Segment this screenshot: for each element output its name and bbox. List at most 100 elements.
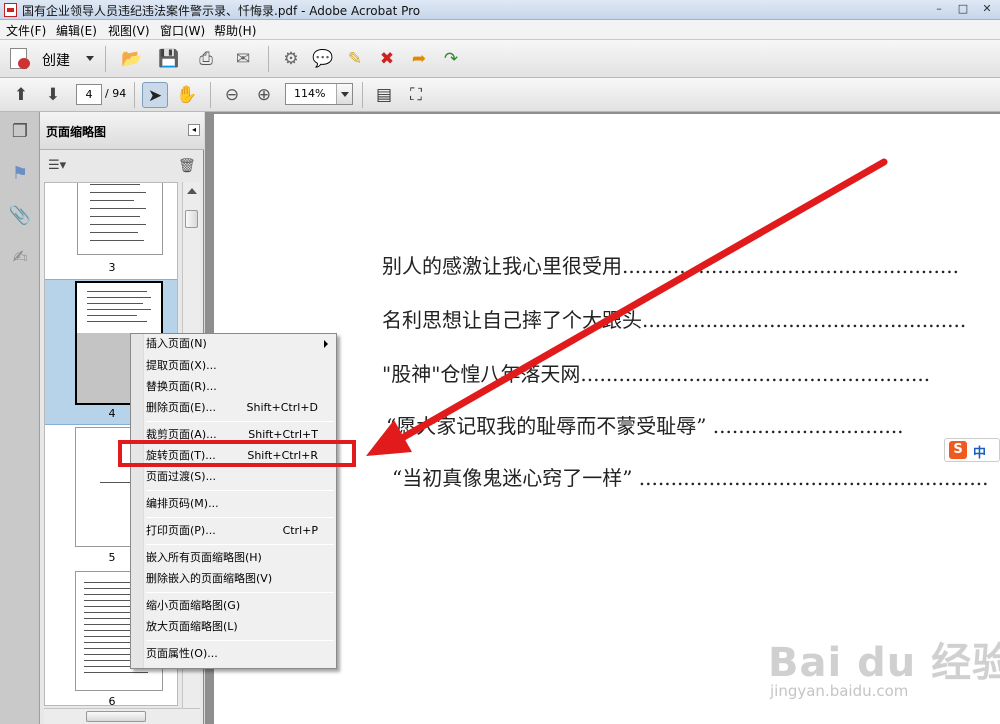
fit-page-icon[interactable]: ▤ [371,82,397,108]
menu-window[interactable]: 窗口(W) [160,22,205,39]
bookmarks-icon[interactable]: ⚑ [8,162,32,186]
toolbar-divider [210,82,211,108]
previous-page-icon[interactable]: ⬆ [8,82,34,108]
select-tool-icon[interactable]: ➤ [142,82,168,108]
watermark-brand: Bai du 经验 [768,640,1000,686]
ime-mode-label: 中 [973,446,987,461]
sticky-note-icon[interactable]: ✎ [342,46,368,72]
toolbar-divider [268,46,269,72]
menu-item-label: 提取页面(X)... [146,359,217,372]
zoom-in-icon[interactable]: ⊕ [251,82,277,108]
scrollbar-thumb[interactable] [86,711,146,722]
fit-width-icon[interactable]: ⛶ [403,82,429,108]
signatures-icon[interactable]: ✍ [8,246,32,270]
page-thumbnails-icon[interactable]: ❐ [8,120,32,144]
zoom-level-select[interactable]: 114% [285,83,353,105]
scrollbar-thumb[interactable] [185,210,198,228]
menu-file[interactable]: 文件(F) [6,22,46,39]
panel-title: 页面缩略图 [46,125,107,139]
chevron-down-icon [86,56,94,61]
menu-item-label: 打印页面(P)... [146,524,216,537]
menu-item-enlarge-thumbnails[interactable]: 放大页面缩略图(L) [146,617,334,637]
menu-item-page-properties[interactable]: 页面属性(O)... [146,644,334,664]
maximize-button[interactable]: □ [952,0,974,18]
menu-divider [146,421,334,422]
menu-item-embed-thumbnails[interactable]: 嵌入所有页面缩略图(H) [146,548,334,568]
create-label: 创建 [42,53,70,69]
menu-divider [146,490,334,491]
toc-line: "股神"仓惶八年落天网.............................… [382,362,931,386]
toc-line: 名利思想让自己摔了个大跟头...........................… [382,308,967,332]
menu-view[interactable]: 视图(V) [108,22,150,39]
menu-item-print-pages[interactable]: 打印页面(P)... Ctrl+P [146,521,334,541]
menu-edit[interactable]: 编辑(E) [56,22,97,39]
collapse-panel-button[interactable]: ◂ [188,124,200,136]
menu-item-extract-pages[interactable]: 提取页面(X)... [146,356,334,376]
menu-item-reduce-thumbnails[interactable]: 缩小页面缩略图(G) [146,596,334,616]
watermark-url: jingyan.baidu.com [770,682,909,700]
menu-item-label: 插入页面(N) [146,337,207,350]
close-window-button[interactable]: ✕ [976,0,998,18]
hand-tool-icon[interactable]: ✋ [174,82,200,108]
email-icon[interactable]: ✉ [230,46,256,72]
menu-item-insert-pages[interactable]: 插入页面(N) [146,334,334,354]
toolbar-divider [105,46,106,72]
zoom-out-icon[interactable]: ⊖ [219,82,245,108]
scroll-up-icon[interactable] [187,188,197,194]
menu-item-remove-embedded-thumbnails[interactable]: 删除嵌入的页面缩略图(V) [146,569,334,589]
menu-divider [146,544,334,545]
menu-item-label: 替换页面(R)... [146,380,217,393]
title-bar: 国有企业领导人员违纪违法案件警示录、忏悔录.pdf - Adobe Acroba… [0,0,1000,20]
save-icon[interactable]: 💾 [156,46,182,72]
menu-item-label: 嵌入所有页面缩略图(H) [146,551,262,564]
thumbnail-label-3: 3 [108,261,116,274]
toolbar-divider [362,82,363,108]
sogou-logo-icon: S [949,441,967,459]
open-folder-icon[interactable]: 📂 [119,46,145,72]
menu-help[interactable]: 帮助(H) [214,22,256,39]
main-toolbar [0,40,1000,78]
export-document-icon[interactable]: ➦ [406,46,432,72]
page-number-input[interactable]: 4 [76,84,102,105]
menu-item-delete-pages[interactable]: 删除页面(E)... Shift+Ctrl+D [146,398,334,418]
menu-item-page-transitions[interactable]: 页面过渡(S)... [146,467,334,487]
print-icon[interactable]: ⎙ [193,46,219,72]
next-page-icon[interactable]: ⬇ [40,82,66,108]
options-menu-icon[interactable]: ☰▾ [48,158,72,176]
menu-item-label: 缩小页面缩略图(G) [146,599,241,612]
menu-divider [146,592,334,593]
page-total: / 94 [105,87,127,100]
minimize-button[interactable]: – [928,0,950,18]
menu-item-replace-pages[interactable]: 替换页面(R)... [146,377,334,397]
toolbar-divider [134,82,135,108]
chevron-down-icon[interactable] [336,84,352,104]
panel-header: 页面缩略图 ◂ [40,112,204,150]
annotation-highlight-box [118,440,356,467]
submenu-arrow-icon [324,340,328,348]
ime-status-bar[interactable]: S 中 [944,438,1000,462]
menu-divider [146,517,334,518]
trash-icon[interactable]: 🗑 [178,158,196,176]
comment-bubble-icon[interactable]: 💬 [310,46,336,72]
toc-line: “当初真像鬼迷心窍了一样” ..........................… [392,466,989,490]
share-document-icon[interactable]: ↷ [438,46,464,72]
menu-item-shortcut: Ctrl+P [282,524,318,537]
attachments-paperclip-icon[interactable]: 📎 [8,204,32,228]
window-title: 国有企业领导人员违纪违法案件警示录、忏悔录.pdf - Adobe Acroba… [22,4,421,18]
menu-item-number-pages[interactable]: 编排页码(M)... [146,494,334,514]
settings-gear-icon[interactable]: ⚙ [278,46,304,72]
menu-item-label: 删除页面(E)... [146,401,217,414]
thumbnail-horizontal-scrollbar[interactable] [44,708,200,724]
menu-item-label: 页面属性(O)... [146,647,218,660]
toc-line: “愿大家记取我的耻辱而不蒙受耻辱” ......................… [386,414,904,438]
thumbnail-label-6: 6 [108,695,116,706]
menu-icon-gutter [131,334,144,668]
menu-item-label: 编排页码(M)... [146,497,219,510]
menu-item-label: 页面过渡(S)... [146,470,217,483]
menu-item-label: 放大页面缩略图(L) [146,620,238,633]
menu-divider [146,640,334,641]
menu-item-label: 删除嵌入的页面缩略图(V) [146,572,273,585]
remove-document-icon[interactable]: ✖ [374,46,400,72]
thumbnail-page-3[interactable] [77,183,163,255]
create-button[interactable]: 创建 [8,46,94,72]
